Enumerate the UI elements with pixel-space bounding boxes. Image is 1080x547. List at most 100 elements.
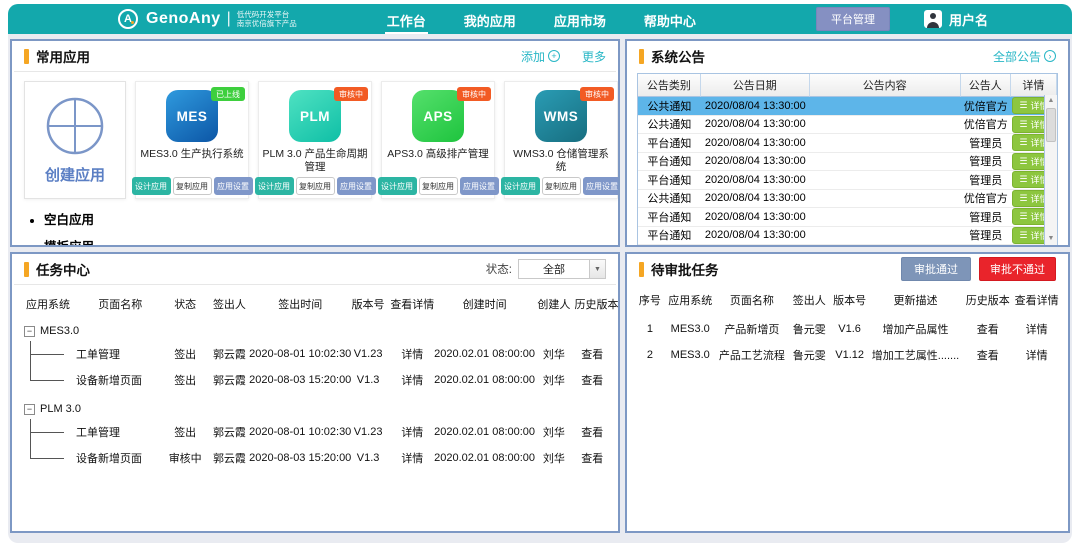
- app-settings-button[interactable]: 应用设置: [337, 177, 376, 195]
- scroll-down-icon[interactable]: ▼: [1045, 233, 1057, 245]
- app-card-aps[interactable]: 审核中 APS APS3.0 高级排产管理 设计应用 复制应用 应用设置: [381, 81, 495, 199]
- tree-connector: [30, 341, 64, 367]
- nav-item-help-center[interactable]: 帮助中心: [642, 4, 698, 35]
- design-app-button[interactable]: 设计应用: [501, 177, 540, 195]
- status-badge: 已上线: [211, 87, 245, 101]
- app-settings-button[interactable]: 应用设置: [214, 177, 253, 195]
- list-icon: ☰: [1019, 211, 1027, 222]
- column-header: 签出人: [788, 286, 831, 316]
- history-link[interactable]: 查看: [575, 341, 610, 367]
- reject-button[interactable]: 审批不通过: [979, 257, 1056, 281]
- tree-cell: [20, 341, 76, 367]
- nav-item-app-market[interactable]: 应用市场: [552, 4, 608, 35]
- copy-app-button[interactable]: 复制应用: [542, 177, 581, 195]
- scrollbar-thumb[interactable]: [1046, 108, 1056, 142]
- detail-link[interactable]: 详情: [389, 419, 436, 445]
- column-header: 状态: [165, 289, 206, 321]
- announcement-content: [810, 116, 961, 135]
- creator: 刘华: [533, 419, 574, 445]
- group-name: MES3.0: [40, 325, 79, 337]
- tree-connector: [30, 367, 64, 393]
- announcement-date: 2020/08/04 13:30:00: [701, 116, 810, 135]
- history-link[interactable]: 查看: [575, 367, 610, 393]
- avatar: [924, 10, 942, 28]
- detail-link[interactable]: 详情: [389, 445, 436, 471]
- copy-app-button[interactable]: 复制应用: [296, 177, 335, 195]
- app-settings-button[interactable]: 应用设置: [460, 177, 499, 195]
- brand-name: GenoAny: [146, 10, 221, 28]
- column-header: 序号: [635, 286, 665, 316]
- design-app-button[interactable]: 设计应用: [255, 177, 294, 195]
- column-header: 公告人: [961, 74, 1011, 97]
- announcements-panel: 系统公告 全部公告› 公告类别 公告日期 公告内容 公告人 详情 公共通知 2: [625, 39, 1070, 247]
- scroll-up-icon[interactable]: ▲: [1045, 95, 1057, 107]
- announcement-content: [810, 190, 961, 209]
- design-app-button[interactable]: 设计应用: [378, 177, 417, 195]
- detail-link[interactable]: 详情: [1013, 342, 1060, 368]
- scrollbar[interactable]: ▲ ▼: [1044, 95, 1057, 245]
- nav-item-workbench[interactable]: 工作台: [385, 4, 428, 35]
- checkout-time: 2020-08-01 10:02:30: [253, 419, 347, 445]
- app-settings-button[interactable]: 应用设置: [583, 177, 621, 195]
- collapse-icon[interactable]: −: [24, 326, 35, 337]
- chevron-right-circle-icon: ›: [1044, 50, 1056, 62]
- app-system: MES3.0: [665, 316, 716, 342]
- checkout-by: 鲁元雯: [788, 342, 831, 368]
- all-announcements-link[interactable]: 全部公告›: [993, 48, 1056, 65]
- app-card-wms[interactable]: 审核中 WMS WMS3.0 仓储管理系统 设计应用 复制应用 应用设置: [504, 81, 618, 199]
- app-card-plm[interactable]: 审核中 PLM PLM 3.0 产品生命周期管理 设计应用 复制应用 应用设置: [258, 81, 372, 199]
- status-filter-select[interactable]: 全部 ▼: [518, 259, 606, 279]
- status-filter-label: 状态:: [486, 261, 512, 277]
- create-app-card[interactable]: 创建应用: [24, 81, 126, 199]
- tagline-line2: 南京优倍旗下产品: [237, 19, 297, 28]
- create-app-label: 创建应用: [45, 164, 105, 185]
- tree-group-row[interactable]: − MES3.0: [20, 321, 610, 341]
- platform-admin-button[interactable]: 平台管理: [816, 7, 890, 31]
- collapse-icon[interactable]: −: [24, 404, 35, 415]
- announcement-content: [810, 153, 961, 172]
- copy-app-button[interactable]: 复制应用: [419, 177, 458, 195]
- design-app-button[interactable]: 设计应用: [132, 177, 171, 195]
- creator: 刘华: [533, 445, 574, 471]
- announcement-type: 平台通知: [638, 208, 701, 227]
- tree-group-row[interactable]: − PLM 3.0: [20, 399, 610, 419]
- chevron-down-icon: ▼: [589, 260, 605, 278]
- column-header: 历史版本: [962, 286, 1013, 316]
- app-name: APS3.0 高级排产管理: [384, 148, 492, 175]
- template-app-option[interactable]: 模板应用: [44, 236, 126, 247]
- approve-button[interactable]: 审批通过: [901, 257, 971, 281]
- more-apps-link[interactable]: 更多: [582, 48, 606, 65]
- column-header: 查看详情: [389, 289, 436, 321]
- list-icon: ☰: [1019, 193, 1027, 204]
- nav-item-my-apps[interactable]: 我的应用: [462, 4, 518, 35]
- tree-cell: [20, 445, 76, 471]
- column-header: 公告类别: [638, 74, 701, 97]
- history-link[interactable]: 查看: [575, 419, 610, 445]
- column-header: 创建时间: [436, 289, 533, 321]
- task-center-panel: 任务中心 状态: 全部 ▼ 应用系统 页面名称 状态 签出人 签出时间: [10, 252, 620, 533]
- add-app-link[interactable]: 添加+: [521, 48, 560, 65]
- version: V1.3: [347, 445, 388, 471]
- user-menu[interactable]: 用户名: [924, 10, 988, 29]
- history-link[interactable]: 查看: [962, 342, 1013, 368]
- history-link[interactable]: 查看: [962, 316, 1013, 342]
- column-header: 签出人: [206, 289, 253, 321]
- common-apps-panel: 常用应用 添加+ 更多 创建: [10, 39, 620, 247]
- blank-app-option[interactable]: 空白应用: [44, 209, 126, 228]
- tree-cell: [20, 419, 76, 445]
- announcement-date: 2020/08/04 13:30:00: [701, 227, 810, 246]
- detail-link[interactable]: 详情: [389, 367, 436, 393]
- version: V1.6: [831, 316, 869, 342]
- create-app-plus-circle-icon: [45, 96, 105, 156]
- list-icon: ☰: [1019, 174, 1027, 185]
- column-header: 详情: [1011, 74, 1057, 97]
- column-header: 版本号: [831, 286, 869, 316]
- detail-link[interactable]: 详情: [389, 341, 436, 367]
- app-card-mes[interactable]: 已上线 MES MES3.0 生产执行系统 设计应用 复制应用 应用设置: [135, 81, 249, 199]
- history-link[interactable]: 查看: [575, 445, 610, 471]
- copy-app-button[interactable]: 复制应用: [173, 177, 212, 195]
- tree-connector: [30, 445, 64, 471]
- detail-link[interactable]: 详情: [1013, 316, 1060, 342]
- page-name: 工单管理: [76, 341, 165, 367]
- announcement-date: 2020/08/04 13:30:00: [701, 134, 810, 153]
